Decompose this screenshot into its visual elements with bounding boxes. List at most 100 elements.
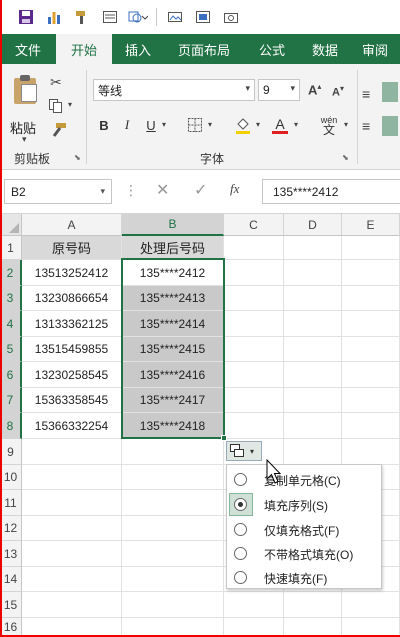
row-header-16[interactable]: 16	[0, 618, 22, 637]
bold-button[interactable]: B	[96, 114, 112, 136]
grid-cell[interactable]	[342, 618, 400, 637]
cell-b3[interactable]: 135****2413	[122, 286, 224, 311]
grid-cell[interactable]	[22, 618, 122, 637]
insert-function-icon[interactable]: fx	[230, 181, 239, 197]
picture-icon[interactable]	[161, 5, 189, 29]
grid-cell[interactable]	[284, 388, 342, 413]
cell-a7[interactable]: 15363358545	[22, 388, 122, 413]
grid-cell[interactable]	[342, 286, 400, 311]
cell-b2[interactable]: 135****2412	[122, 260, 224, 286]
column-header-d[interactable]: D	[284, 214, 342, 236]
grid-cell[interactable]	[224, 286, 284, 311]
enter-icon[interactable]: ✓	[194, 180, 207, 200]
name-box[interactable]: B2 ▾	[4, 179, 112, 204]
cell-b6[interactable]: 135****2416	[122, 362, 224, 388]
row-header-9[interactable]: 9	[0, 439, 22, 465]
borders-icon[interactable]	[184, 114, 206, 136]
increase-font-icon[interactable]: A▴	[308, 82, 321, 97]
font-name-select[interactable]: 等线 ▾	[93, 79, 255, 101]
underline-button[interactable]: U	[144, 114, 158, 136]
row-header-8[interactable]: 8	[0, 413, 22, 439]
grid-cell[interactable]	[122, 618, 224, 637]
paste-dropdown-icon[interactable]: ▾	[22, 134, 27, 145]
cell-b7[interactable]: 135****2417	[122, 388, 224, 413]
row-header-15[interactable]: 15	[0, 592, 22, 618]
column-header-e[interactable]: E	[342, 214, 400, 236]
row-header-2[interactable]: 2	[0, 260, 22, 286]
row-header-11[interactable]: 11	[0, 490, 22, 516]
menu-item-fill-without-formatting[interactable]: 不带格式填充(O)	[227, 541, 383, 566]
grid-cell[interactable]	[22, 516, 122, 541]
tab-insert[interactable]: 插入	[112, 34, 164, 64]
form-icon[interactable]	[96, 5, 124, 29]
grid-cell[interactable]	[122, 516, 224, 541]
column-header-b[interactable]: B	[122, 214, 224, 236]
tab-file[interactable]: 文件	[0, 34, 56, 64]
select-all-button[interactable]	[0, 214, 22, 236]
grid-cell[interactable]	[22, 592, 122, 618]
row-header-10[interactable]: 10	[0, 465, 22, 490]
grid-cell[interactable]	[22, 567, 122, 592]
grid-cell[interactable]	[22, 465, 122, 490]
screenshot-icon[interactable]	[189, 5, 217, 29]
row-header-7[interactable]: 7	[0, 388, 22, 413]
cell-b5[interactable]: 135****2415	[122, 337, 224, 362]
grid-cell[interactable]	[284, 592, 342, 618]
grid-cell[interactable]	[342, 413, 400, 439]
grid-cell[interactable]	[224, 618, 284, 637]
fill-color-dropdown-icon[interactable]: ▾	[256, 120, 260, 129]
save-icon[interactable]	[12, 5, 40, 29]
format-painter-qat-icon[interactable]	[68, 5, 96, 29]
cell-a2[interactable]: 13513252412	[22, 260, 122, 286]
format-painter-icon[interactable]	[50, 122, 68, 141]
tab-review[interactable]: 审阅	[350, 34, 400, 64]
grid-cell[interactable]	[284, 311, 342, 337]
grid-cell[interactable]	[122, 439, 224, 465]
row-header-13[interactable]: 13	[0, 541, 22, 567]
grid-cell[interactable]	[284, 413, 342, 439]
grid-cell[interactable]	[224, 260, 284, 286]
font-dialog-launcher-icon[interactable]: ⬊	[342, 153, 349, 162]
grid-cell[interactable]	[284, 439, 342, 465]
column-header-c[interactable]: C	[224, 214, 284, 236]
cell-b1[interactable]: 处理后号码	[122, 236, 224, 260]
tab-data[interactable]: 数据	[300, 34, 350, 64]
grid-cell[interactable]	[284, 236, 342, 260]
row-header-6[interactable]: 6	[0, 362, 22, 388]
borders-dropdown-icon[interactable]: ▾	[208, 120, 212, 129]
row-header-3[interactable]: 3	[0, 286, 22, 311]
cell-b8[interactable]: 135****2418	[122, 413, 224, 439]
paste-button[interactable]: 粘贴 ▾	[8, 74, 44, 144]
row-header-4[interactable]: 4	[0, 311, 22, 337]
shapes-icon[interactable]	[124, 5, 152, 29]
grid-cell[interactable]	[284, 362, 342, 388]
cell-a1[interactable]: 原号码	[22, 236, 122, 260]
grid-cell[interactable]	[224, 362, 284, 388]
cut-icon[interactable]: ✂	[50, 74, 62, 91]
grid-cell[interactable]	[122, 490, 224, 516]
grid-cell[interactable]	[342, 592, 400, 618]
menu-item-fill-series[interactable]: 填充序列(S)	[227, 492, 383, 517]
grid-cell[interactable]	[22, 490, 122, 516]
grid-cell[interactable]	[224, 337, 284, 362]
grid-cell[interactable]	[342, 236, 400, 260]
copy-icon[interactable]	[48, 98, 66, 117]
grid-cell[interactable]	[342, 311, 400, 337]
auto-fill-options-button[interactable]: ▾	[226, 441, 262, 461]
cell-a5[interactable]: 13515459855	[22, 337, 122, 362]
grid-cell[interactable]	[122, 541, 224, 567]
font-size-select[interactable]: 9 ▾	[258, 79, 300, 101]
cell-a4[interactable]: 13133362125	[22, 311, 122, 337]
fill-color-icon[interactable]	[232, 114, 254, 136]
middle-align-icon[interactable]	[382, 82, 398, 102]
grid-cell[interactable]	[342, 337, 400, 362]
phonetic-guide-icon[interactable]: wén 文	[316, 114, 342, 136]
underline-dropdown-icon[interactable]: ▾	[162, 120, 166, 129]
center-align-icon[interactable]	[382, 116, 398, 136]
formula-input[interactable]: 135****2412	[262, 179, 400, 204]
column-header-a[interactable]: A	[22, 214, 122, 236]
cell-a3[interactable]: 13230866654	[22, 286, 122, 311]
tab-home[interactable]: 开始	[56, 34, 112, 64]
chart-icon[interactable]	[40, 5, 68, 29]
grid-cell[interactable]	[224, 388, 284, 413]
